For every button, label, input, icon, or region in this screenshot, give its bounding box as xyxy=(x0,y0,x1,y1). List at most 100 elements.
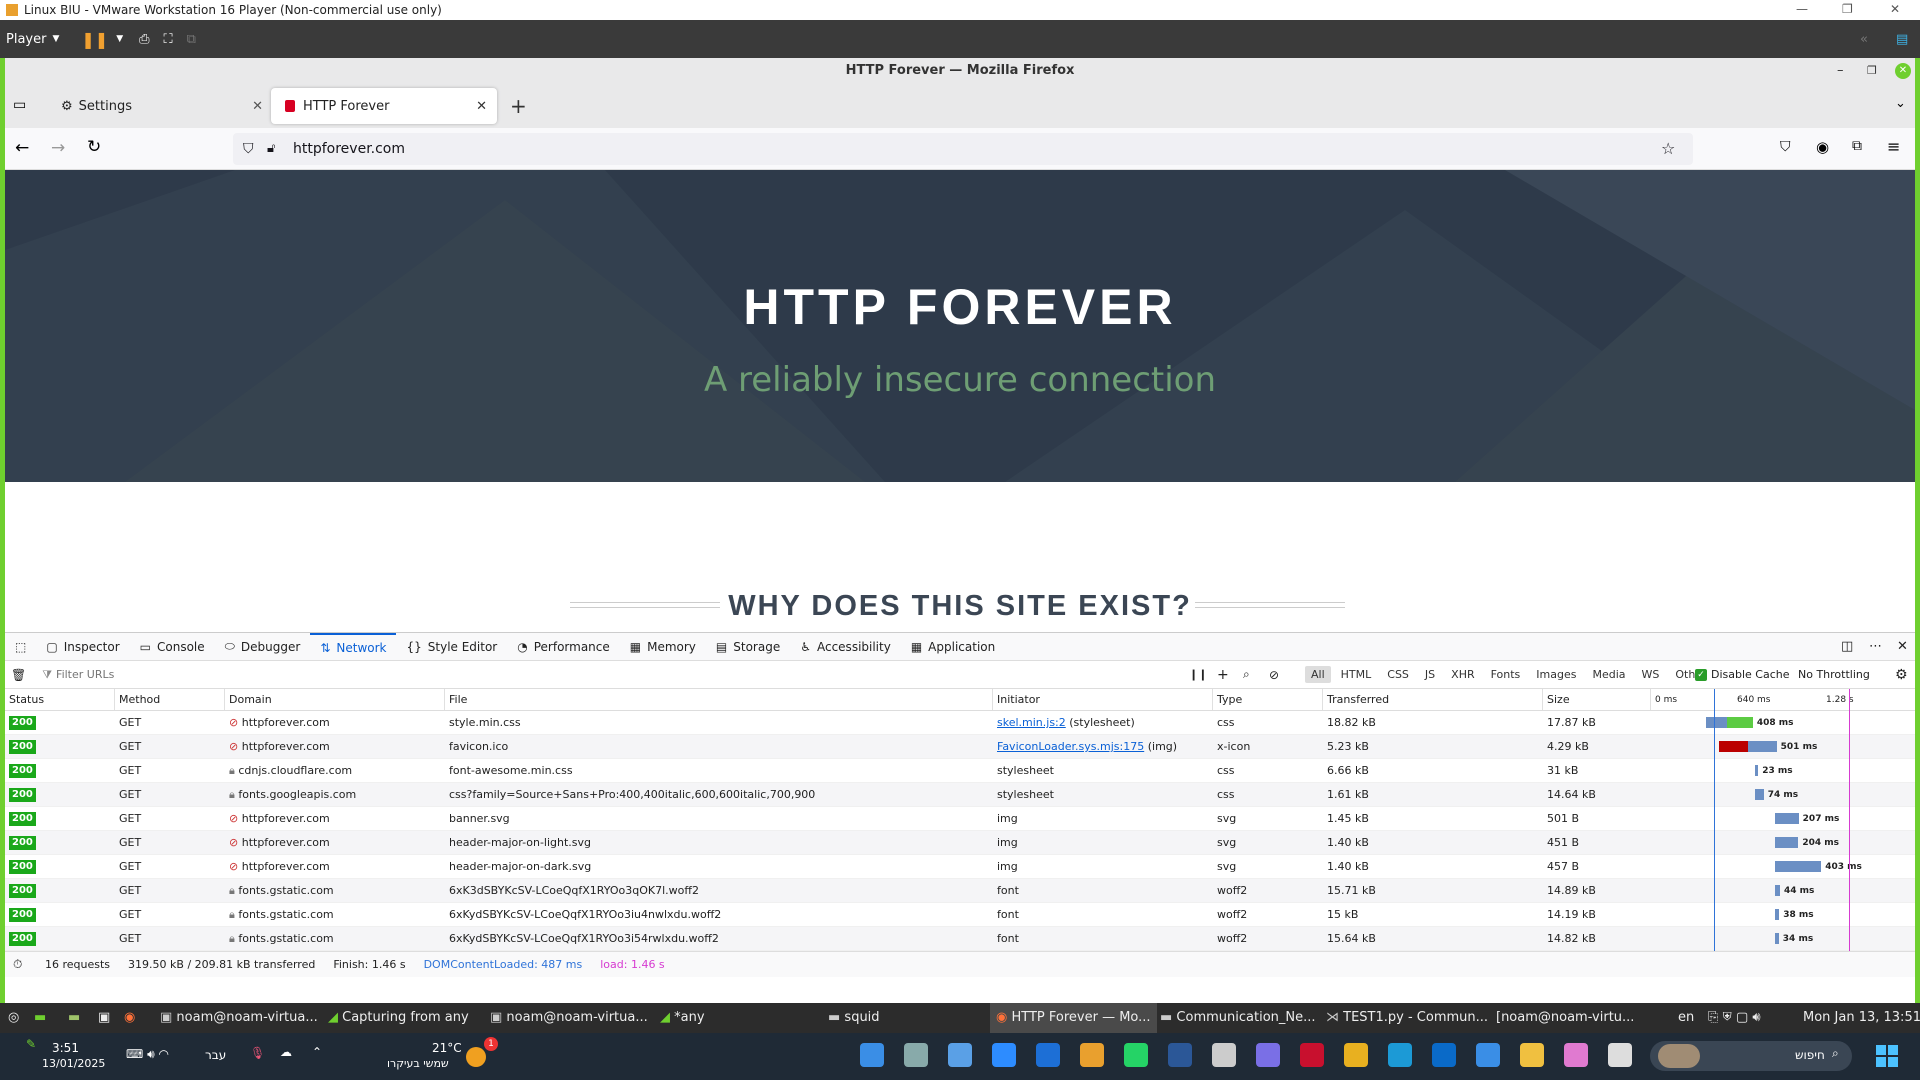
dock-icon[interactable]: ◫ xyxy=(1841,639,1853,654)
minimize-icon[interactable]: — xyxy=(1796,2,1808,16)
photos-icon[interactable] xyxy=(1564,1043,1588,1067)
account-icon[interactable]: ◉ xyxy=(1816,138,1829,156)
col-timeline[interactable]: 0 ms 640 ms 1.28 s xyxy=(1651,689,1915,710)
pen-app-icon[interactable] xyxy=(860,1043,884,1067)
filter-js[interactable]: JS xyxy=(1419,666,1441,683)
firefox-icon[interactable]: ◉ xyxy=(124,1003,135,1033)
close-icon[interactable]: ✕ xyxy=(1895,63,1911,79)
devtools-tab-console[interactable]: ▭ Console xyxy=(130,633,215,661)
filter-ws[interactable]: WS xyxy=(1636,666,1666,683)
activities-icon[interactable]: ◎ xyxy=(8,1003,19,1033)
block-icon[interactable]: ⊘ xyxy=(1269,668,1279,682)
search-box[interactable]: חיפוש ⌕ xyxy=(1650,1041,1852,1071)
weather-text[interactable]: שמשי בעיקרו xyxy=(387,1057,449,1070)
system-tray-icons[interactable]: ⌨ 🔊︎ ◠ xyxy=(126,1047,169,1062)
col-type[interactable]: Type xyxy=(1213,689,1323,710)
table-row[interactable]: 200 GET ⊘ httpforever.com header-major-on-d… xyxy=(5,855,1915,879)
store-icon[interactable] xyxy=(1476,1043,1500,1067)
initiator-link[interactable]: skel.min.js:2 xyxy=(997,716,1066,729)
filter-xhr[interactable]: XHR xyxy=(1445,666,1480,683)
filter-css[interactable]: CSS xyxy=(1381,666,1415,683)
tab-settings[interactable]: ⚙ Settings ✕ xyxy=(47,88,269,124)
devtools-tab-debugger[interactable]: ⬭ Debugger xyxy=(215,633,311,661)
weather-icon[interactable] xyxy=(466,1047,486,1067)
folder-icon[interactable]: ▬ xyxy=(68,1003,80,1033)
filter-media[interactable]: Media xyxy=(1586,666,1631,683)
devtools-tab-storage[interactable]: ▤ Storage xyxy=(706,633,790,661)
table-row[interactable]: 200 GET ⊘ httpforever.com favicon.ico Favico… xyxy=(5,735,1915,759)
taskview-icon[interactable] xyxy=(1608,1043,1632,1067)
close-icon[interactable]: ✕ xyxy=(1890,2,1900,16)
devtools-tab-style-editor[interactable]: {} Style Editor xyxy=(396,633,507,661)
list-tabs-icon[interactable]: ⌄ xyxy=(1895,96,1906,111)
word-icon[interactable] xyxy=(1168,1043,1192,1067)
table-row[interactable]: 200 GET 🔒︎ fonts.gstatic.com 6xKydSBYKcSV-L… xyxy=(5,903,1915,927)
close-devtools-icon[interactable]: ✕ xyxy=(1897,639,1908,654)
table-row[interactable]: 200 GET 🔒︎ fonts.gstatic.com 6xKydSBYKcSV-L… xyxy=(5,927,1915,951)
col-size[interactable]: Size xyxy=(1543,689,1651,710)
filter-all[interactable]: All xyxy=(1305,666,1331,683)
files-icon[interactable]: ▬ xyxy=(34,1003,46,1033)
taskbar-time[interactable]: 3:51 xyxy=(52,1041,79,1055)
devtools-tab-network[interactable]: ⇅ Network xyxy=(310,632,397,661)
filter-urls-input[interactable] xyxy=(56,668,457,681)
outlook-icon[interactable] xyxy=(1432,1043,1456,1067)
fullscreen-icon[interactable]: ⛶ xyxy=(164,32,173,47)
devtools-tab-memory[interactable]: ▦ Memory xyxy=(620,633,706,661)
language-indicator[interactable]: עבר xyxy=(205,1048,226,1062)
mcafee-icon[interactable] xyxy=(1300,1043,1324,1067)
forward-icon[interactable]: → xyxy=(51,138,65,158)
send-keys-icon[interactable]: ⎙ xyxy=(139,32,149,47)
devtools-tab-application[interactable]: ▦ Application xyxy=(901,633,1005,661)
taskbar-item[interactable]: ◉ HTTP Forever — Mo... xyxy=(990,1003,1157,1033)
taskbar-item[interactable]: ◢ Capturing from any xyxy=(328,1003,469,1033)
explorer-icon[interactable] xyxy=(1520,1043,1544,1067)
pause-icon[interactable]: ❙❙ xyxy=(1189,668,1207,681)
trash-icon[interactable]: 🗑︎ xyxy=(11,668,26,682)
taskbar-date[interactable]: 13/01/2025 xyxy=(42,1057,105,1070)
devtools-tab-accessibility[interactable]: ♿ Accessibility xyxy=(790,633,901,661)
bookmark-star-icon[interactable]: ☆ xyxy=(1661,133,1675,165)
pen-icon[interactable]: ✎ xyxy=(26,1037,36,1051)
maximize-icon[interactable]: ❐ xyxy=(1867,58,1877,84)
vmware-app-icon[interactable] xyxy=(1080,1043,1104,1067)
table-row[interactable]: 200 GET ⊘ httpforever.com header-major-on-l… xyxy=(5,831,1915,855)
initiator-link[interactable]: FaviconLoader.sys.mjs:175 xyxy=(997,740,1144,753)
more-options-icon[interactable]: ⋯ xyxy=(1869,639,1882,654)
taskbar-item[interactable]: ▣ noam@noam-virtua... xyxy=(490,1003,648,1033)
tab-http-forever[interactable]: HTTP Forever ✕ xyxy=(271,88,497,124)
filter-fonts[interactable]: Fonts xyxy=(1485,666,1527,683)
notepad-icon[interactable] xyxy=(948,1043,972,1067)
microphone-icon[interactable]: 🎙︎ xyxy=(250,1046,265,1060)
chevron-down-icon[interactable]: ▼ xyxy=(116,34,123,44)
pick-element-icon[interactable]: ⬚ xyxy=(5,633,36,661)
throttling-select[interactable]: No Throttling xyxy=(1798,668,1870,681)
devtools-tab-performance[interactable]: ◔ Performance xyxy=(507,633,620,661)
tab-close-icon[interactable]: ✕ xyxy=(476,99,487,114)
taskbar-item[interactable]: ▬ squid xyxy=(828,1003,880,1033)
add-icon[interactable]: + xyxy=(1217,667,1229,683)
new-tab-icon[interactable]: + xyxy=(510,94,527,118)
taskbar-item[interactable]: ◢ *any xyxy=(660,1003,705,1033)
terminal-icon[interactable]: ▣ xyxy=(98,1003,110,1033)
input-language[interactable]: en xyxy=(1678,1003,1694,1033)
drawing-icon[interactable] xyxy=(1036,1043,1060,1067)
chevron-up-icon[interactable]: ⌃ xyxy=(312,1045,322,1059)
col-method[interactable]: Method xyxy=(115,689,225,710)
table-row[interactable]: 200 GET 🔒︎ fonts.googleapis.com css?family=… xyxy=(5,783,1915,807)
settings-icon[interactable] xyxy=(904,1043,928,1067)
tab-close-icon[interactable]: ✕ xyxy=(252,99,263,114)
col-domain[interactable]: Domain xyxy=(225,689,445,710)
devtools-tab-inspector[interactable]: ▢ Inspector xyxy=(36,633,129,661)
chevron-down-icon[interactable]: ▼ xyxy=(52,34,59,44)
col-status[interactable]: Status xyxy=(5,689,115,710)
table-row[interactable]: 200 GET 🔒︎ fonts.gstatic.com 6xK3dSBYKcSV-L… xyxy=(5,879,1915,903)
notes-icon[interactable]: ▤ xyxy=(1896,32,1908,47)
col-file[interactable]: File xyxy=(445,689,993,710)
whatsapp-alt-icon[interactable] xyxy=(1212,1043,1236,1067)
minimize-icon[interactable]: – xyxy=(1837,58,1844,84)
extensions-icon[interactable]: ⧉ xyxy=(1852,138,1862,154)
chrome-icon[interactable] xyxy=(1344,1043,1368,1067)
table-row[interactable]: 200 GET ⊘ httpforever.com banner.svg img svg 1… xyxy=(5,807,1915,831)
search-icon[interactable]: ⌕ xyxy=(1243,667,1250,682)
